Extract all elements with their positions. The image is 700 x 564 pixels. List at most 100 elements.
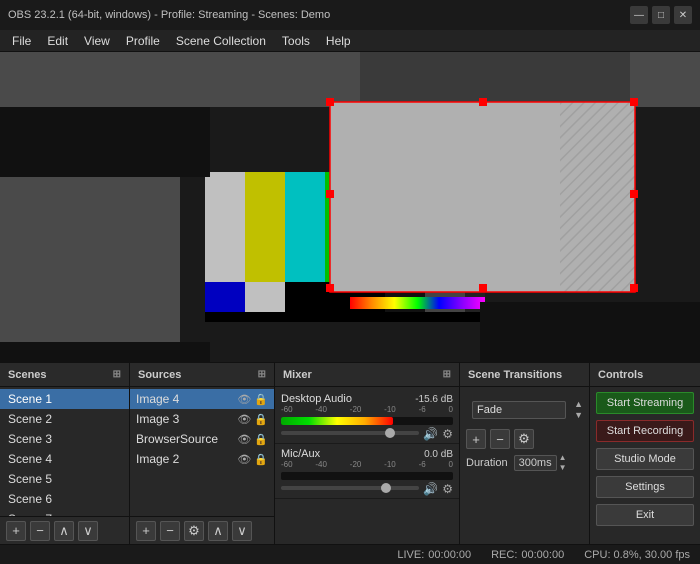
source-lock-icon-image3[interactable]: 🔒 (254, 413, 268, 426)
mic-aux-channel: Mic/Aux 0.0 dB -60 -40 -20 -10 -6 0 (275, 444, 459, 499)
scene-item-3[interactable]: Scene 3 (0, 429, 129, 449)
source-name-browsersource: BrowserSource (136, 432, 218, 446)
add-transition-button[interactable]: + (466, 429, 486, 449)
controls-panel-header: Controls (590, 363, 700, 387)
maximize-button[interactable]: □ (652, 6, 670, 24)
controls-panel: Controls Start Streaming Start Recording… (590, 363, 700, 544)
scene-item-4[interactable]: Scene 4 (0, 449, 129, 469)
transition-type-down[interactable]: ▼ (574, 410, 583, 421)
remove-transition-button[interactable]: − (490, 429, 510, 449)
start-streaming-button[interactable]: Start Streaming (596, 392, 694, 414)
source-name-image4: Image 4 (136, 392, 179, 406)
move-source-up-button[interactable]: ∧ (208, 521, 228, 541)
mic-aux-header: Mic/Aux 0.0 dB (281, 448, 453, 460)
source-name-image3: Image 3 (136, 412, 179, 426)
scenes-panel-header: Scenes ⊞ (0, 363, 129, 387)
rec-time: 00:00:00 (521, 549, 564, 561)
sources-expand-icon[interactable]: ⊞ (258, 369, 266, 380)
mixer-expand-icon[interactable]: ⊞ (443, 369, 451, 380)
controls-content: Start Streaming Start Recording Studio M… (590, 387, 700, 544)
window-controls: — □ ✕ (630, 6, 692, 24)
source-eye-icon-image3[interactable]: 👁 (237, 413, 251, 426)
transitions-panel-header: Scene Transitions (460, 363, 589, 387)
source-settings-button[interactable]: ⚙ (184, 521, 204, 541)
source-item-image3[interactable]: Image 3 👁 🔒 (130, 409, 274, 429)
source-lock-icon-image2[interactable]: 🔒 (254, 453, 268, 466)
duration-up[interactable]: ▲ (559, 453, 567, 463)
cpu-label: CPU: 0.8%, 30.00 fps (584, 549, 690, 561)
mic-aux-controls: 🔊 ⚙ (281, 482, 453, 496)
sources-list: Image 4 👁 🔒 Image 3 👁 🔒 BrowserSource 👁 … (130, 387, 274, 516)
menu-view[interactable]: View (76, 32, 118, 50)
scene-item-7[interactable]: Scene 7 (0, 509, 129, 516)
preview-area (0, 52, 700, 362)
menu-profile[interactable]: Profile (118, 32, 168, 50)
source-eye-icon-image4[interactable]: 👁 (237, 393, 251, 406)
transition-type-up[interactable]: ▲ (574, 399, 583, 410)
mic-aux-meter (281, 472, 453, 480)
source-lock-icon-image4[interactable]: 🔒 (254, 393, 268, 406)
transition-settings-button[interactable]: ⚙ (514, 429, 534, 449)
source-item-image2[interactable]: Image 2 👁 🔒 (130, 449, 274, 469)
scene-item-6[interactable]: Scene 6 (0, 489, 129, 509)
start-recording-button[interactable]: Start Recording (596, 420, 694, 442)
move-source-down-button[interactable]: ∨ (232, 521, 252, 541)
scene-item-1[interactable]: Scene 1 (0, 389, 129, 409)
mic-aux-slider[interactable] (281, 486, 419, 490)
cpu-status: CPU: 0.8%, 30.00 fps (584, 549, 690, 561)
scenes-footer: + − ∧ ∨ (0, 516, 129, 544)
desktop-audio-slider[interactable] (281, 431, 419, 435)
desktop-audio-header: Desktop Audio -15.6 dB (281, 393, 453, 405)
menubar: File Edit View Profile Scene Collection … (0, 30, 700, 52)
mixer-content: Desktop Audio -15.6 dB -60 -40 -20 -10 -… (275, 387, 459, 544)
duration-row: Duration 300ms ▲ ▼ (460, 449, 589, 476)
source-item-browsersource[interactable]: BrowserSource 👁 🔒 (130, 429, 274, 449)
add-source-button[interactable]: + (136, 521, 156, 541)
source-eye-icon-browsersource[interactable]: 👁 (237, 433, 251, 446)
add-scene-button[interactable]: + (6, 521, 26, 541)
transition-select[interactable]: Fade Cut (472, 401, 566, 419)
menu-scene-collection[interactable]: Scene Collection (168, 32, 274, 50)
statusbar: LIVE: 00:00:00 REC: 00:00:00 CPU: 0.8%, … (0, 544, 700, 564)
source-lock-icon-browsersource[interactable]: 🔒 (254, 433, 268, 446)
scene-item-5[interactable]: Scene 5 (0, 469, 129, 489)
duration-down[interactable]: ▼ (559, 463, 567, 473)
mixer-panel-header: Mixer ⊞ (275, 363, 459, 387)
minimize-button[interactable]: — (630, 6, 648, 24)
menu-file[interactable]: File (4, 32, 39, 50)
window-title: OBS 23.2.1 (64-bit, windows) - Profile: … (8, 9, 330, 21)
remove-source-button[interactable]: − (160, 521, 180, 541)
desktop-audio-thumb[interactable] (385, 428, 395, 438)
mic-aux-thumb[interactable] (381, 483, 391, 493)
close-button[interactable]: ✕ (674, 6, 692, 24)
settings-button[interactable]: Settings (596, 476, 694, 498)
duration-label: Duration (466, 457, 508, 469)
menu-tools[interactable]: Tools (274, 32, 318, 50)
move-scene-up-button[interactable]: ∧ (54, 521, 74, 541)
scenes-expand-icon[interactable]: ⊞ (113, 369, 121, 380)
rec-status: REC: 00:00:00 (491, 549, 564, 561)
scenes-list: Scene 1 Scene 2 Scene 3 Scene 4 Scene 5 … (0, 387, 129, 516)
desktop-audio-channel: Desktop Audio -15.6 dB -60 -40 -20 -10 -… (275, 389, 459, 444)
exit-button[interactable]: Exit (596, 504, 694, 526)
source-icons-browsersource: 👁 🔒 (237, 433, 268, 446)
source-item-image4[interactable]: Image 4 👁 🔒 (130, 389, 274, 409)
scene-item-2[interactable]: Scene 2 (0, 409, 129, 429)
mic-aux-label: Mic/Aux (281, 448, 320, 460)
mic-aux-mute-button[interactable]: 🔊 (423, 482, 438, 496)
transitions-panel-title: Scene Transitions (468, 369, 562, 381)
source-icons-image3: 👁 🔒 (237, 413, 268, 426)
duration-value[interactable]: 300ms (514, 455, 557, 471)
studio-mode-button[interactable]: Studio Mode (596, 448, 694, 470)
mixer-panel-title: Mixer (283, 369, 312, 381)
remove-scene-button[interactable]: − (30, 521, 50, 541)
desktop-audio-mute-button[interactable]: 🔊 (423, 427, 438, 441)
source-eye-icon-image2[interactable]: 👁 (237, 453, 251, 466)
desktop-audio-db: -15.6 dB (415, 394, 453, 405)
desktop-audio-settings-button[interactable]: ⚙ (442, 427, 453, 441)
move-scene-down-button[interactable]: ∨ (78, 521, 98, 541)
menu-help[interactable]: Help (318, 32, 359, 50)
mic-aux-settings-button[interactable]: ⚙ (442, 482, 453, 496)
controls-panel-title: Controls (598, 369, 643, 381)
menu-edit[interactable]: Edit (39, 32, 76, 50)
